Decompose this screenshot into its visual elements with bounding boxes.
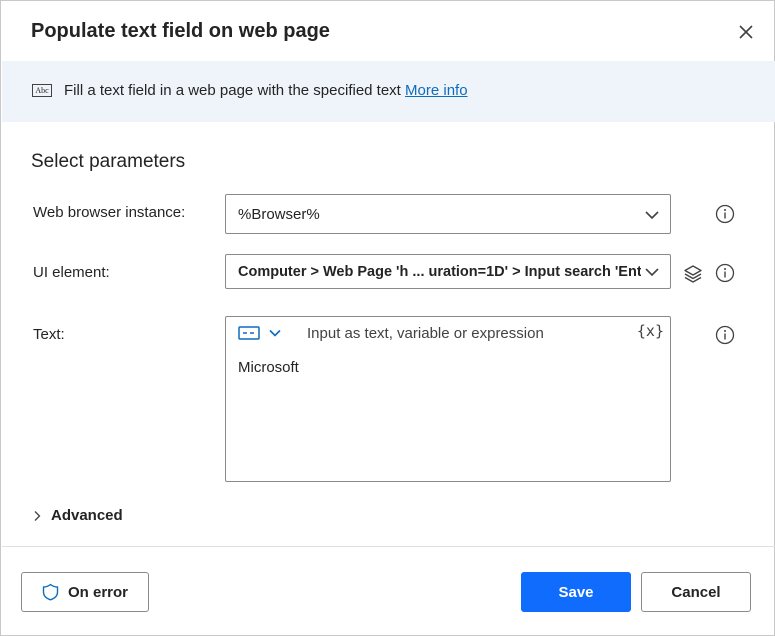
chevron-down-icon: [645, 211, 659, 220]
banner-description: Fill a text field in a web page with the…: [64, 82, 401, 99]
variable-picker-button[interactable]: {x}: [637, 322, 664, 340]
ui-element-info-icon[interactable]: [715, 263, 735, 283]
text-info-icon[interactable]: [715, 325, 735, 345]
browser-instance-value: %Browser%: [238, 205, 320, 223]
section-title: Select parameters: [31, 151, 186, 172]
banner-text: Fill a text field in a web page with the…: [64, 82, 468, 99]
cancel-button[interactable]: Cancel: [641, 572, 751, 612]
layers-icon[interactable]: [682, 263, 704, 285]
browser-instance-dropdown[interactable]: %Browser%: [225, 194, 671, 234]
more-info-link[interactable]: More info: [405, 82, 468, 99]
shield-icon: [42, 583, 59, 601]
dialog: Populate text field on web page Abc Fill…: [0, 0, 775, 636]
dialog-title: Populate text field on web page: [31, 20, 330, 42]
text-label: Text:: [33, 326, 65, 343]
save-button[interactable]: Save: [521, 572, 631, 612]
close-icon: [739, 25, 753, 39]
on-error-button[interactable]: On error: [21, 572, 149, 612]
footer-divider: [2, 546, 775, 547]
abc-text-icon: Abc: [32, 84, 52, 97]
ui-element-dropdown[interactable]: Computer > Web Page 'h ... uration=1D' >…: [225, 254, 671, 289]
text-input-placeholder: Input as text, variable or expression: [307, 325, 544, 342]
chevron-down-icon: [645, 268, 659, 277]
chevron-right-icon: [34, 510, 41, 521]
browser-info-icon[interactable]: [715, 204, 735, 224]
close-button[interactable]: [734, 20, 758, 44]
ui-element-label: UI element:: [33, 264, 110, 281]
advanced-toggle[interactable]: Advanced: [33, 507, 123, 524]
on-error-label: On error: [67, 583, 128, 601]
advanced-label: Advanced: [51, 507, 123, 524]
browser-instance-label: Web browser instance:: [33, 204, 186, 221]
text-input-value: Microsoft: [238, 359, 299, 376]
input-mode-toggle[interactable]: [238, 325, 282, 341]
chevron-down-icon: [269, 329, 281, 337]
info-banner: Abc Fill a text field in a web page with…: [2, 61, 775, 122]
text-input-area[interactable]: Input as text, variable or expression {x…: [225, 316, 671, 482]
text-mode-icon: [238, 326, 260, 340]
ui-element-value: Computer > Web Page 'h ... uration=1D' >…: [238, 263, 641, 280]
